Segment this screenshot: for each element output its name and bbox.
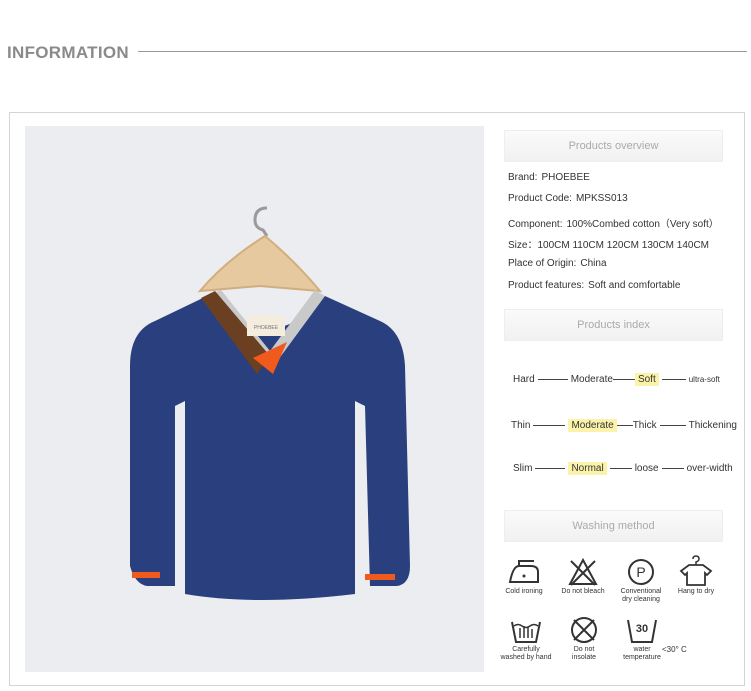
row-value: 100%Combed cotton（Very soft）	[566, 219, 719, 230]
no-bleach-icon	[568, 558, 598, 586]
index-title: Products index	[577, 319, 650, 331]
section-title: INFORMATION	[7, 43, 129, 62]
row-label: Product features:	[508, 280, 585, 291]
wash-label: Hang to dry	[677, 588, 715, 595]
wash-label: water	[633, 646, 651, 653]
index-header: Products index	[504, 309, 723, 341]
softness-scale: Hard Moderate Soft ultra-soft	[513, 373, 720, 386]
wash-label: Cold ironing	[505, 588, 543, 595]
header-divider	[138, 51, 747, 52]
overview-row-component: Component: 100%Combed cotton（Very soft）	[508, 215, 719, 230]
scale-label: ultra-soft	[688, 375, 720, 384]
sweater-body	[130, 296, 410, 600]
dry-clean-icon: P	[628, 559, 654, 585]
wash-item-no-insolate: Do not insolate	[560, 616, 608, 662]
overview-title: Products overview	[568, 140, 659, 152]
row-label: Size：	[508, 240, 538, 251]
wash-label: Conventional	[620, 588, 662, 595]
scale-label: Thin	[511, 420, 531, 431]
wash-label: washed by hand	[500, 654, 552, 661]
wash-item-hang-dry: Hang to dry	[672, 555, 720, 596]
row-value: 100CM 110CM 120CM 130CM 140CM	[537, 240, 710, 251]
row-value: China	[580, 258, 607, 269]
overview-row-features: Product features: Soft and comfortable	[508, 280, 680, 291]
dry-clean-symbol: P	[636, 564, 645, 580]
fit-scale: Slim Normal loose over-width	[513, 462, 733, 475]
washing-header: Washing method	[504, 510, 723, 542]
row-value: PHOEBEE	[541, 172, 590, 183]
temp-note: <30° C	[662, 645, 687, 654]
scale-selected: Soft	[634, 373, 659, 386]
hand-wash-icon	[511, 621, 541, 643]
overview-header: Products overview	[504, 130, 723, 162]
overview-row-origin: Place of Origin: China	[508, 258, 607, 269]
neck-label-text: PHOEBEE	[254, 325, 279, 331]
iron-icon	[508, 560, 539, 583]
washing-title: Washing method	[572, 520, 655, 532]
wash-item-hand-wash: Carefully washed by hand	[500, 616, 552, 662]
overview-row-brand: Brand: PHOEBEE	[508, 172, 590, 183]
no-insolate-icon	[571, 617, 597, 643]
wash-label: Carefully	[512, 646, 540, 653]
right-cuff-stripe	[365, 574, 395, 580]
scale-label: Slim	[513, 463, 533, 474]
overview-row-size: Size：100CM 110CM 120CM 130CM 140CM	[508, 236, 709, 251]
scale-label: Thickening	[688, 420, 737, 431]
wash-label: Do not bleach	[561, 588, 605, 595]
wash-item-no-bleach: Do not bleach	[556, 558, 610, 596]
left-cuff-stripe	[132, 572, 160, 578]
hanger-hook	[253, 206, 269, 237]
scale-selected: Moderate	[568, 419, 617, 432]
scale-label: loose	[634, 463, 659, 474]
row-label: Component:	[508, 219, 563, 230]
scale-selected: Normal	[568, 462, 607, 475]
wash-label: Do not	[573, 646, 595, 653]
row-label: Place of Origin:	[508, 258, 577, 269]
scale-label: Moderate	[570, 374, 613, 385]
wash-label: insolate	[571, 654, 597, 661]
water-temp-symbol: 30	[636, 623, 648, 635]
scale-label: Thick	[632, 420, 657, 431]
product-photo: PHOEBEE	[25, 126, 484, 672]
water-temp-icon: 30	[627, 619, 657, 643]
scale-label: over-width	[686, 463, 733, 474]
overview-row-code: Product Code: MPKSS013	[508, 193, 628, 204]
wash-item-iron: Cold ironing	[500, 558, 548, 596]
wash-label: temperature	[623, 654, 661, 661]
row-value: Soft and comfortable	[588, 280, 681, 291]
row-label: Brand:	[508, 172, 538, 183]
thickness-scale: Thin Moderate Thick Thickening	[511, 419, 737, 432]
sweater-illustration: PHOEBEE	[130, 206, 410, 600]
row-label: Product Code:	[508, 193, 572, 204]
wash-item-dry-clean: P Conventional dry cleaning	[614, 558, 668, 604]
hang-dry-icon	[679, 555, 713, 586]
wash-item-water-temp: 30 water temperature	[616, 616, 668, 662]
row-value: MPKSS013	[575, 193, 628, 204]
hanger-body	[197, 235, 323, 293]
wash-label: dry cleaning	[622, 596, 660, 603]
scale-label: Hard	[513, 374, 535, 385]
